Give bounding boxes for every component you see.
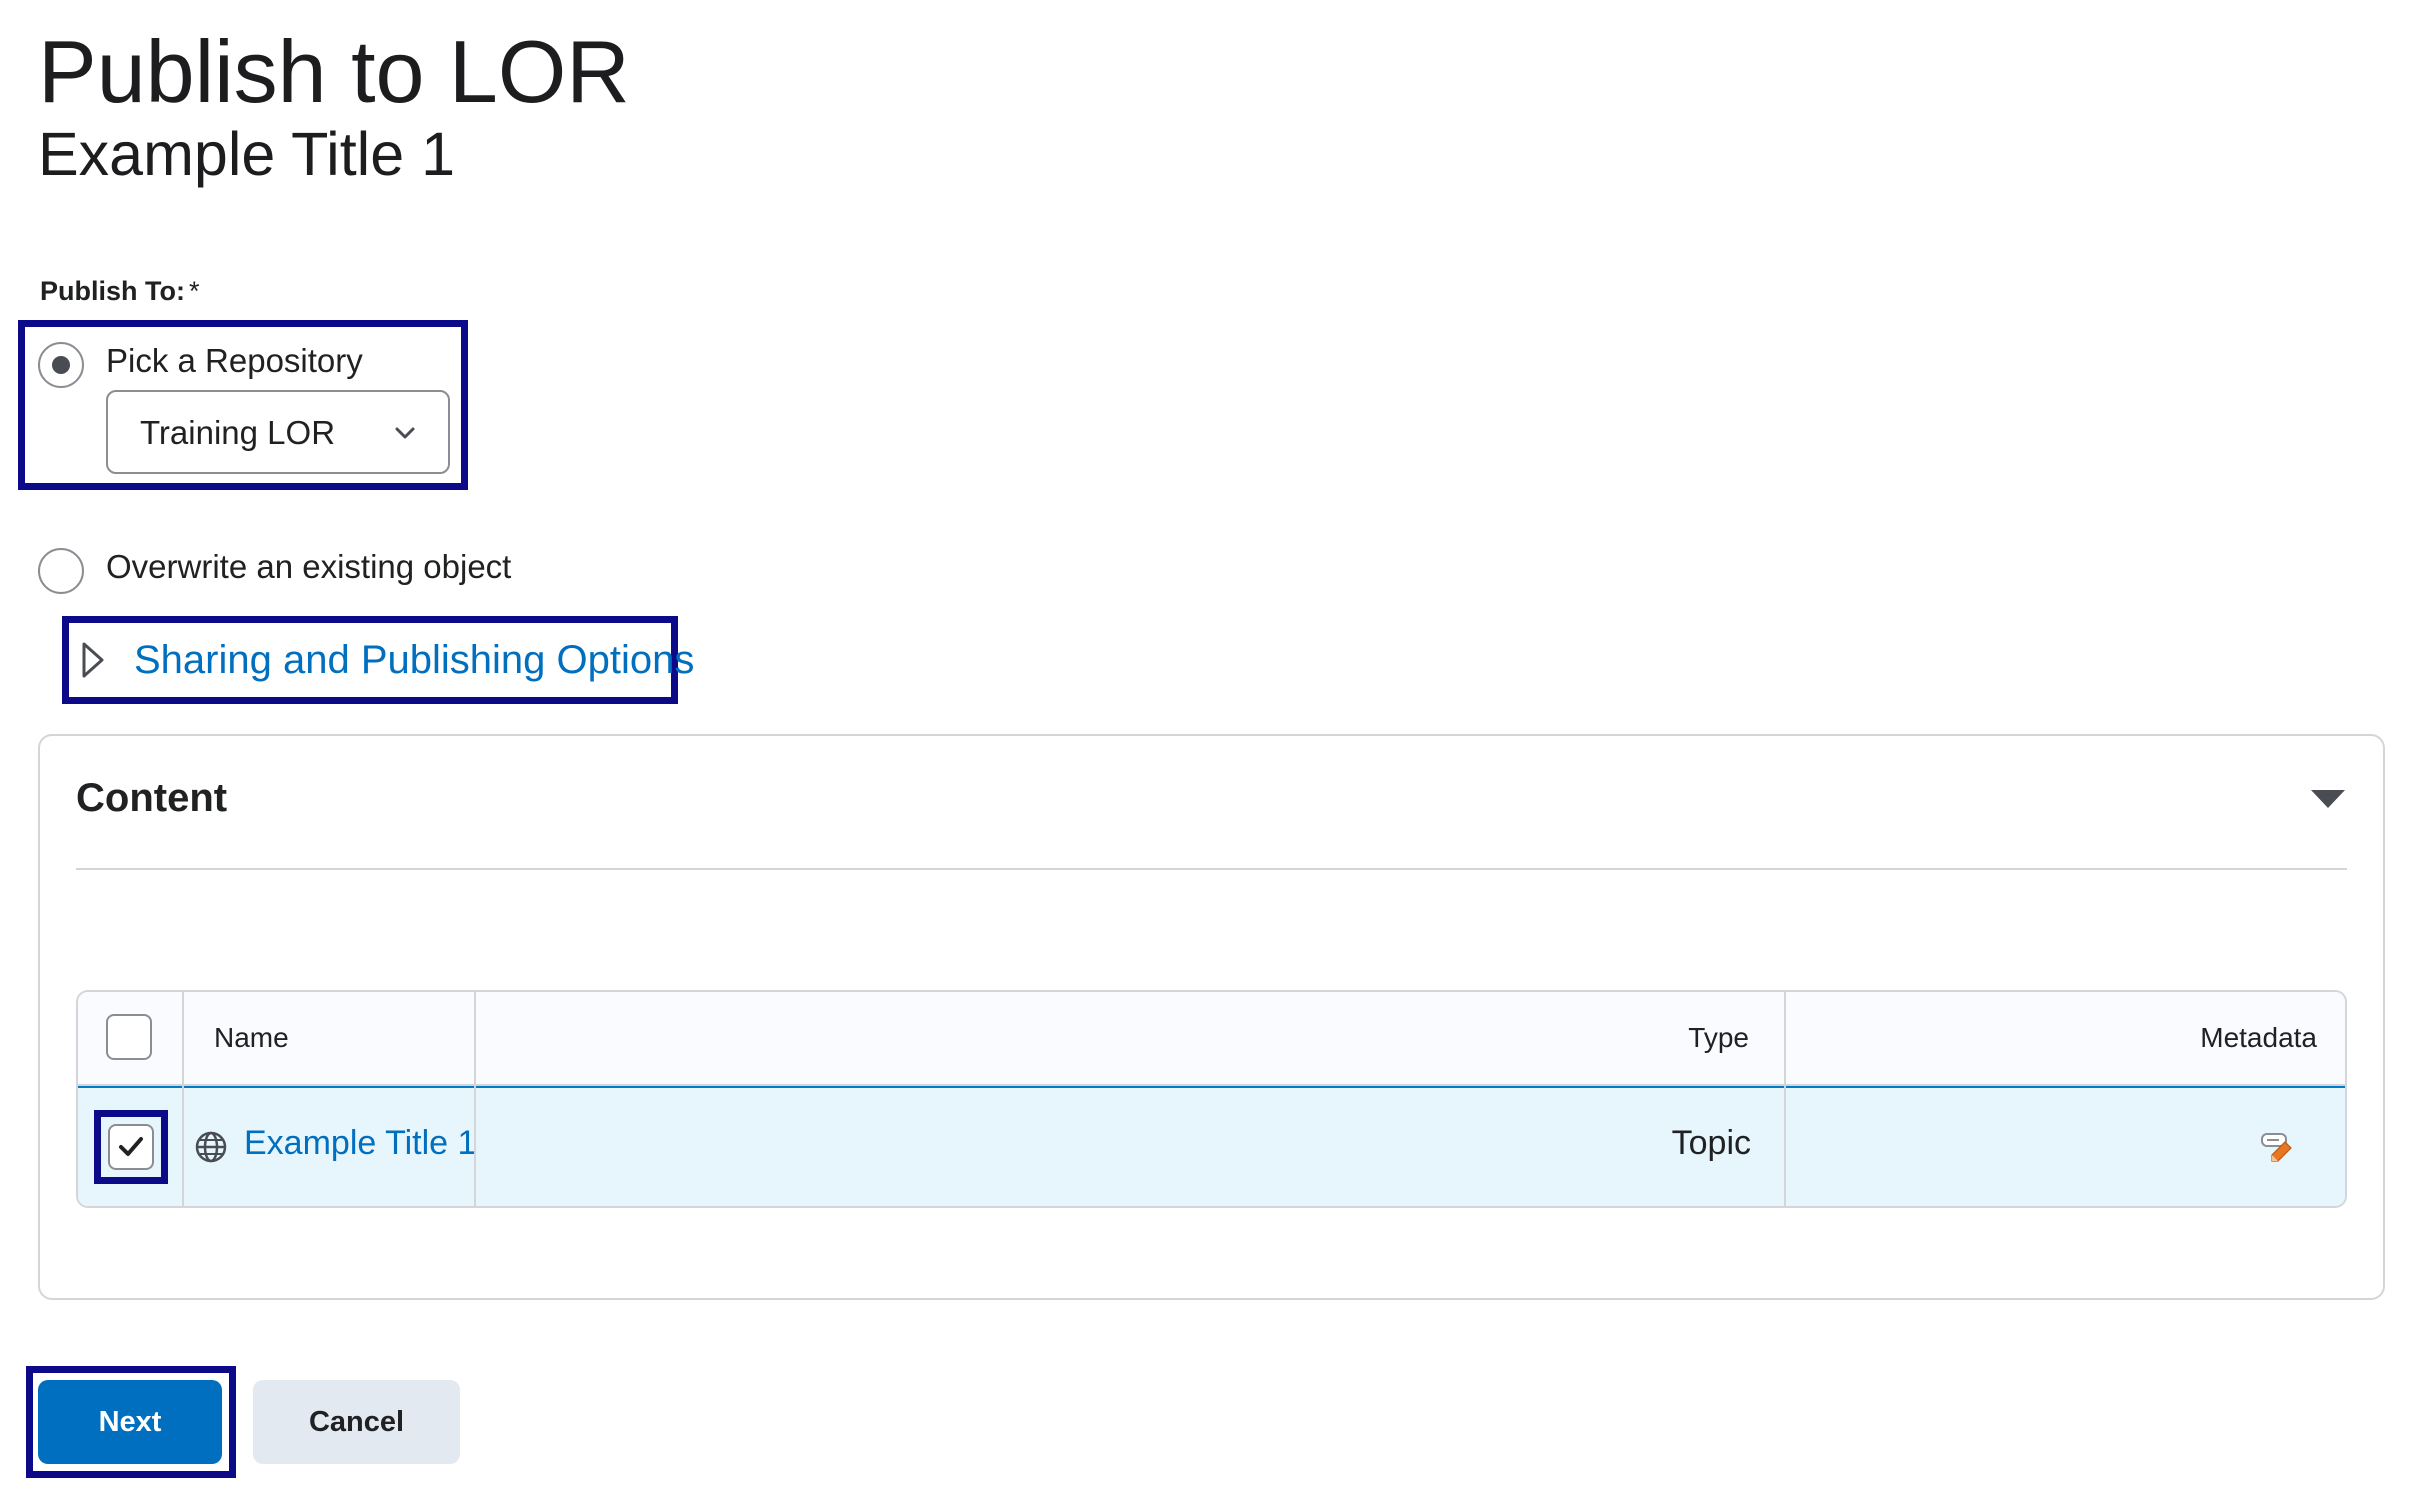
edit-metadata-icon[interactable]	[2259, 1128, 2295, 1164]
publish-to-label: Publish To: *	[40, 276, 200, 307]
chevron-down-icon	[395, 427, 415, 439]
page-title: Publish to LOR	[38, 22, 630, 121]
content-panel: Content Name Type Metadata Example Title…	[38, 734, 2385, 1300]
triangle-down-icon[interactable]	[2309, 788, 2347, 810]
cancel-button[interactable]: Cancel	[253, 1380, 460, 1464]
pick-repository-label[interactable]: Pick a Repository	[106, 342, 363, 380]
repository-select-value: Training LOR	[140, 414, 336, 451]
row-select-checkbox[interactable]	[108, 1124, 154, 1170]
column-header-name[interactable]: Name	[214, 1022, 289, 1054]
required-marker: *	[188, 276, 200, 306]
repository-select[interactable]: Training LOR	[106, 390, 450, 474]
column-divider	[1784, 992, 1786, 1206]
overwrite-existing-label[interactable]: Overwrite an existing object	[106, 548, 511, 586]
content-panel-title: Content	[76, 776, 228, 820]
table-header: Name Type Metadata	[78, 992, 2345, 1086]
sharing-options-label[interactable]: Sharing and Publishing Options	[134, 638, 694, 683]
publish-to-label-text: Publish To:	[40, 276, 185, 306]
column-divider	[474, 992, 476, 1206]
sharing-options-toggle[interactable]: Sharing and Publishing Options	[70, 618, 694, 704]
page-subtitle: Example Title 1	[38, 120, 456, 188]
panel-divider	[76, 868, 2347, 870]
column-divider	[182, 992, 184, 1206]
next-button[interactable]: Next	[38, 1380, 222, 1464]
globe-icon	[195, 1131, 227, 1163]
overwrite-existing-radio[interactable]	[38, 548, 84, 594]
column-header-type[interactable]: Type	[1688, 1022, 1749, 1054]
content-table: Name Type Metadata Example Title 1 Topic	[76, 990, 2347, 1208]
table-row: Example Title 1 Topic	[78, 1086, 2345, 1206]
row-name-link[interactable]: Example Title 1	[244, 1124, 476, 1163]
select-all-checkbox[interactable]	[106, 1014, 152, 1060]
triangle-right-icon	[82, 642, 104, 678]
checkmark-icon	[119, 1137, 143, 1156]
row-type: Topic	[1671, 1124, 1751, 1162]
pick-repository-radio[interactable]	[38, 342, 84, 388]
column-header-metadata[interactable]: Metadata	[2200, 1022, 2317, 1054]
